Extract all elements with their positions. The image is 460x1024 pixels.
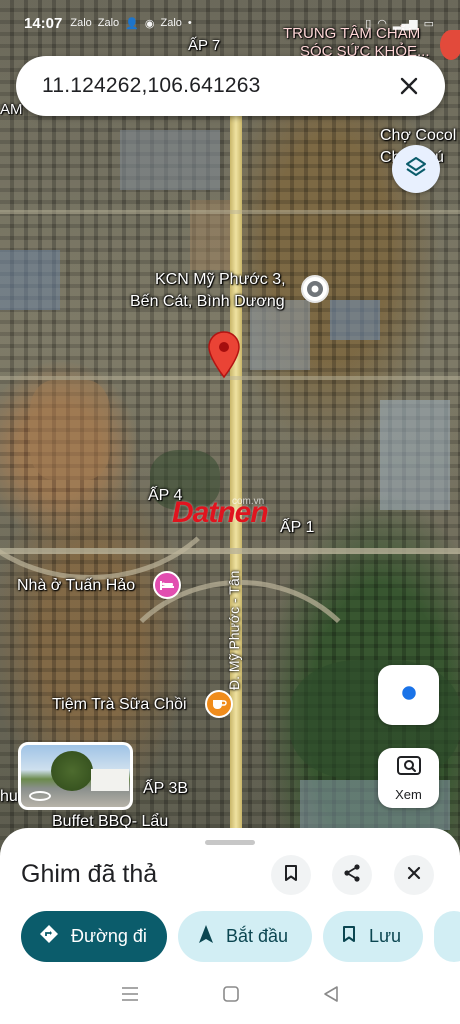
navigation-icon <box>198 924 226 949</box>
map-label-ap3b: ẤP 3B <box>143 780 189 797</box>
start-label: Bắt đầu <box>226 926 289 946</box>
layers-button[interactable] <box>392 145 440 193</box>
health-center-marker-icon[interactable] <box>440 30 460 60</box>
zalo-icon: Zalo <box>160 17 182 29</box>
search-bar[interactable]: 11.124262,106.641263 <box>16 56 445 116</box>
dot-icon: • <box>187 17 192 29</box>
directions-label: Đường đi <box>71 926 147 946</box>
hotel-icon[interactable] <box>153 571 181 599</box>
close-sheet-button[interactable] <box>394 855 434 895</box>
factory-zone <box>120 130 220 190</box>
share-button[interactable] <box>332 855 372 895</box>
camera-search-icon <box>396 754 422 781</box>
status-bar: 14:07 Zalo Zalo 👤 ◉ Zalo • ▯ ◠ ▂▄▆ ▭ <box>0 0 460 46</box>
lens-button[interactable]: Xem <box>378 748 439 808</box>
map-label-kcn[interactable]: KCN Mỹ Phước 3, <box>155 270 286 290</box>
road-label-my-phuoc-tan: Đ. Mỹ Phước - Tân <box>226 570 242 690</box>
map-label-tra-sua[interactable]: Tiệm Trà Sữa Chồi <box>52 695 187 715</box>
directions-button[interactable]: Đường đi <box>21 911 167 962</box>
start-navigation-button[interactable]: Bắt đầu <box>178 911 312 962</box>
panorama-icon <box>29 791 51 801</box>
sheet-title: Ghim đã thả <box>21 860 158 888</box>
factory-zone <box>380 400 450 510</box>
location-icon: ◉ <box>144 17 155 30</box>
road <box>0 210 460 214</box>
recents-icon[interactable] <box>121 986 139 1007</box>
status-time: 14:07 <box>24 14 63 32</box>
map-label-ap1: ẤP 1 <box>280 519 315 536</box>
satellite-map[interactable]: ẤP 7 TRUNG TÂM CHĂM SÓC SỨC KHỎE... AM C… <box>0 0 460 860</box>
dropped-pin-icon[interactable] <box>206 330 242 380</box>
home-icon[interactable] <box>222 985 240 1008</box>
close-icon[interactable] <box>393 70 425 102</box>
save-pin-button[interactable] <box>271 855 311 895</box>
save-button[interactable]: Lưu <box>323 911 423 962</box>
close-icon <box>406 865 422 886</box>
my-location-button[interactable] <box>378 665 439 725</box>
map-label-kcn[interactable]: Bến Cát, Bình Dương <box>130 292 285 312</box>
thumbnail-tree <box>51 751 93 791</box>
directions-icon <box>39 924 71 949</box>
map-label-market: Chợ Cocol <box>380 127 457 144</box>
map-label-left: AM <box>0 101 23 118</box>
back-icon[interactable] <box>323 985 339 1008</box>
search-query[interactable]: 11.124262,106.641263 <box>42 74 393 98</box>
signal-icon: ▂▄▆ <box>392 17 418 30</box>
lens-label: Xem <box>395 787 422 802</box>
thumbnail-house <box>91 769 129 791</box>
map-label-tuan-hao[interactable]: Nhà ở Tuấn Hảo <box>17 576 135 596</box>
bottom-sheet[interactable]: Ghim đã thả Đường đi Bắt đầu Lưu <box>0 828 460 968</box>
drag-handle[interactable] <box>205 840 255 845</box>
street-view-thumbnail[interactable] <box>18 742 133 810</box>
more-chip-button[interactable] <box>434 911 460 962</box>
wifi-icon: ◠ <box>377 17 387 30</box>
battery-icon: ▭ <box>423 17 434 30</box>
zalo-icon: Zalo <box>70 17 92 29</box>
save-label: Lưu <box>369 926 402 946</box>
map-label-hu: hu <box>0 788 18 805</box>
watermark-domain: com.vn <box>232 496 265 507</box>
vibrate-icon: ▯ <box>365 17 372 30</box>
kcn-location-marker-icon[interactable] <box>301 275 329 303</box>
system-nav-bar <box>0 968 460 1024</box>
share-icon <box>342 863 362 888</box>
zalo-icon: Zalo <box>97 17 120 29</box>
factory-zone <box>0 250 60 310</box>
layers-icon <box>405 156 427 183</box>
bookmark-icon <box>283 864 299 887</box>
factory-zone <box>330 300 380 340</box>
person-icon: 👤 <box>125 17 139 30</box>
bookmark-icon <box>341 925 369 948</box>
cafe-icon[interactable] <box>205 690 233 718</box>
my-location-icon <box>398 682 420 709</box>
